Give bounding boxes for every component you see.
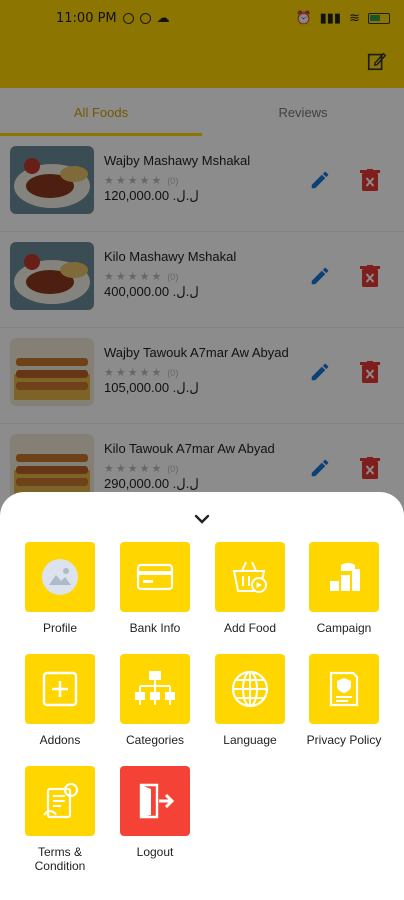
menu-label: Campaign <box>316 621 372 635</box>
globe-icon <box>231 670 269 708</box>
campaign-icon <box>330 563 360 591</box>
chevron-down-icon[interactable] <box>192 512 212 526</box>
menu-categories[interactable]: Categories <box>109 654 201 747</box>
policy-icon <box>329 671 359 707</box>
tile-terms[interactable] <box>25 766 95 836</box>
menu-label: Terms & Condition <box>34 845 86 874</box>
plus-box-icon <box>42 671 78 707</box>
menu-label: Logout <box>136 845 174 859</box>
menu-label: Language <box>223 733 277 747</box>
menu-label: Bank Info <box>129 621 181 635</box>
logout-icon <box>139 783 175 819</box>
tile-add-food[interactable] <box>215 542 285 612</box>
menu-privacy-policy[interactable]: Privacy Policy <box>298 654 390 747</box>
terms-icon <box>43 783 78 819</box>
menu-language[interactable]: Language <box>204 654 296 747</box>
hierarchy-icon <box>135 671 175 705</box>
tile-bank-info[interactable] <box>120 542 190 612</box>
tile-privacy-policy[interactable] <box>309 654 379 724</box>
profile-icon <box>42 559 78 595</box>
menu-logout[interactable]: Logout <box>109 766 201 859</box>
tile-addons[interactable] <box>25 654 95 724</box>
menu-bank-info[interactable]: Bank Info <box>109 542 201 635</box>
basket-icon <box>232 561 267 593</box>
menu-add-food[interactable]: Add Food <box>204 542 296 635</box>
menu-label: Profile <box>42 621 77 635</box>
menu-terms[interactable]: Terms & Condition <box>14 766 106 874</box>
menu-label: Privacy Policy <box>306 733 382 747</box>
tile-campaign[interactable] <box>309 542 379 612</box>
menu-label: Addons <box>39 733 81 747</box>
menu-label: Add Food <box>223 621 277 635</box>
tile-logout[interactable] <box>120 766 190 836</box>
card-icon <box>136 563 174 591</box>
menu-profile[interactable]: Profile <box>14 542 106 635</box>
menu-addons[interactable]: Addons <box>14 654 106 747</box>
tile-profile[interactable] <box>25 542 95 612</box>
tile-language[interactable] <box>215 654 285 724</box>
menu-campaign[interactable]: Campaign <box>298 542 390 635</box>
bottom-sheet-menu: Profile Bank Info Add Food Campaign Addo… <box>0 492 404 900</box>
menu-label: Categories <box>125 733 185 747</box>
tile-categories[interactable] <box>120 654 190 724</box>
